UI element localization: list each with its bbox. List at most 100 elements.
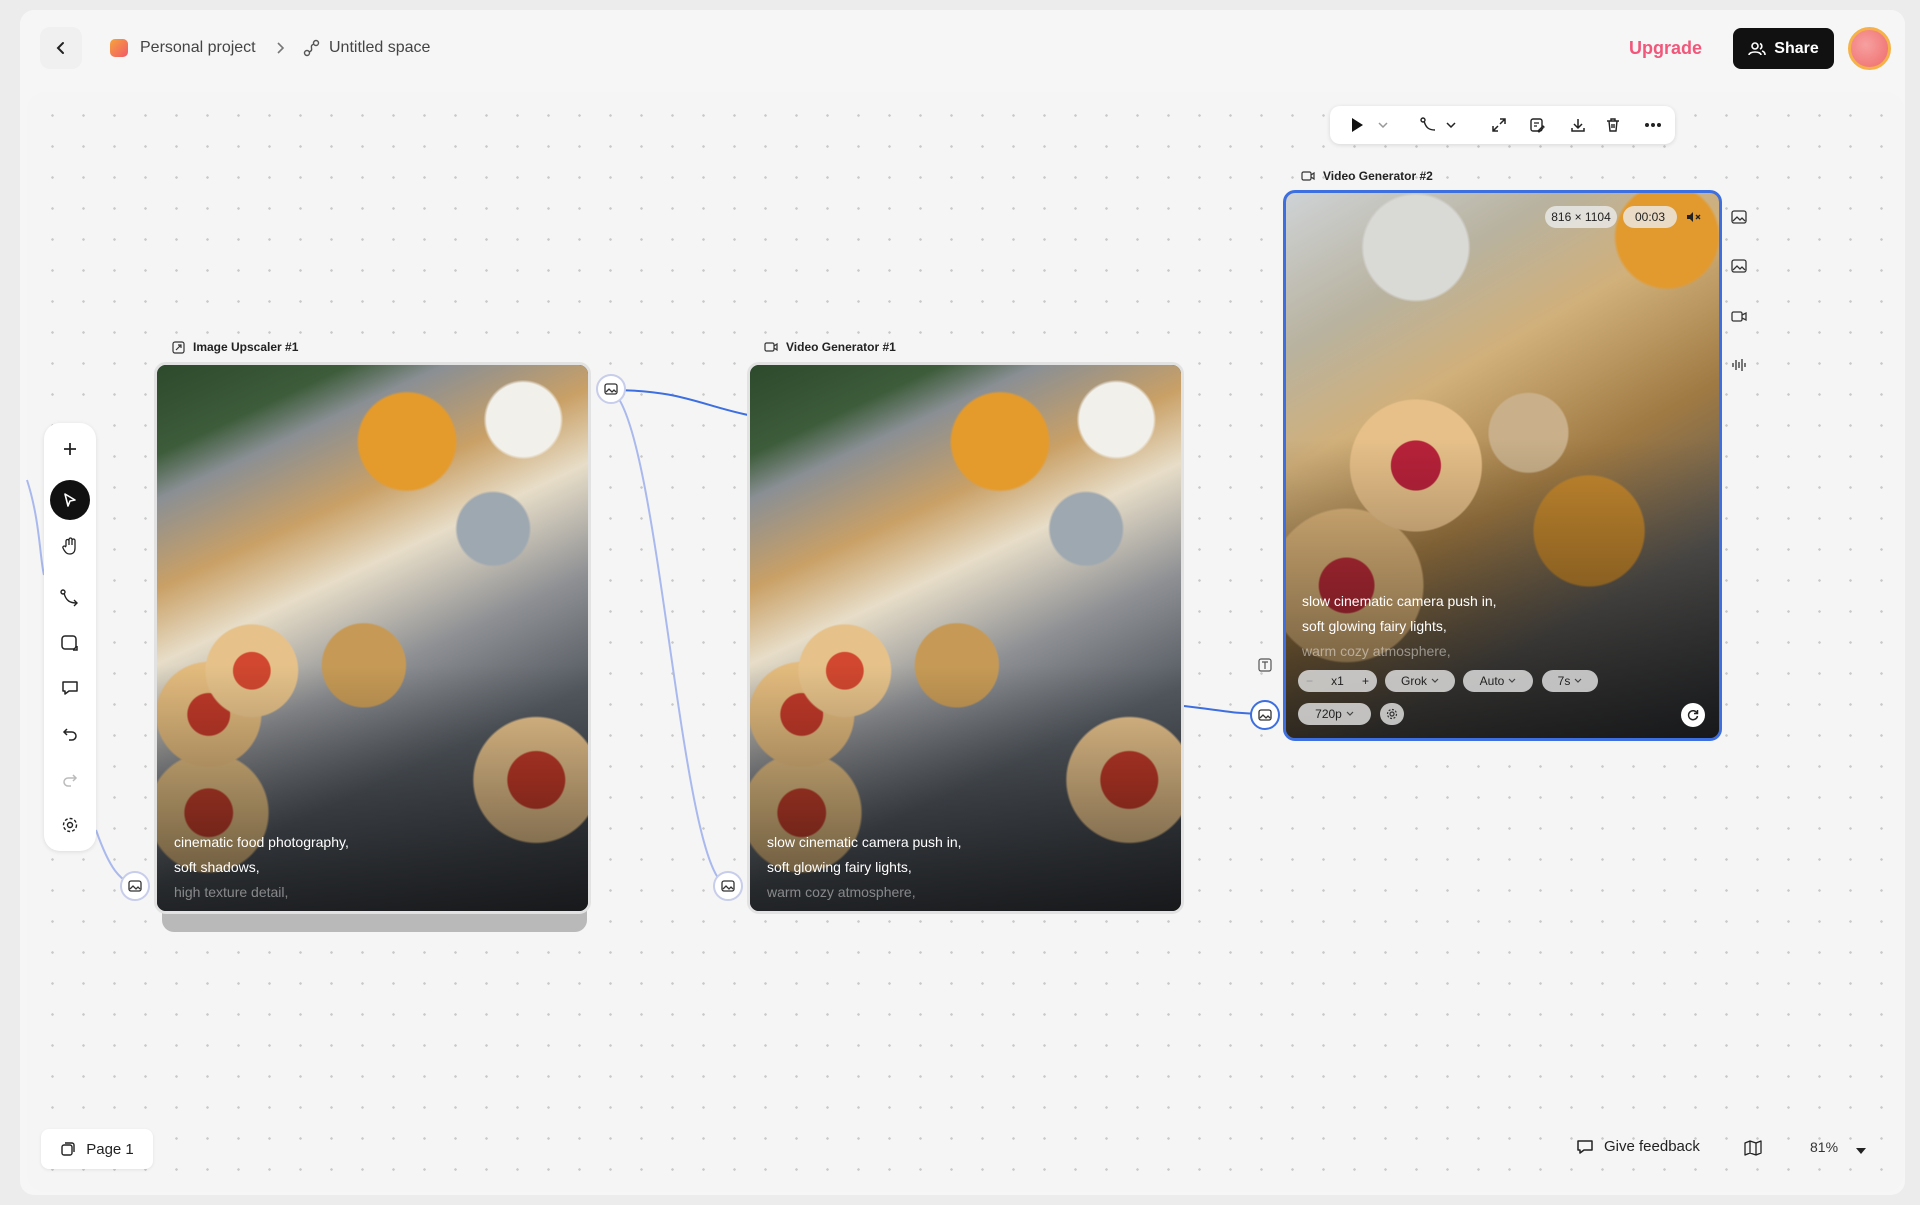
chevron-left-icon: [56, 42, 64, 54]
input-port-video2[interactable]: [1250, 700, 1280, 730]
settings-button[interactable]: [50, 805, 90, 845]
decrement-button[interactable]: −: [1306, 674, 1313, 688]
download-button[interactable]: [1567, 115, 1589, 135]
plus-icon: [64, 443, 76, 455]
comment-icon: [62, 681, 78, 695]
map-icon: [1744, 1140, 1762, 1156]
input-port-video1[interactable]: [713, 871, 743, 901]
node-prompt[interactable]: slow cinematic camera push in, soft glow…: [767, 830, 962, 905]
model-select[interactable]: Grok: [1385, 670, 1455, 692]
undo-icon: [62, 728, 77, 741]
advanced-settings-button[interactable]: [1380, 703, 1404, 725]
back-button[interactable]: [40, 27, 82, 69]
audio-waveform-icon: [1732, 359, 1746, 371]
output-port-upscaler[interactable]: [596, 374, 626, 404]
caret-down-icon: [1856, 1148, 1866, 1154]
prompt-line: slow cinematic camera push in,: [1302, 593, 1497, 609]
select-tool[interactable]: [50, 480, 90, 520]
delete-button[interactable]: [1602, 115, 1624, 135]
share-button[interactable]: Share: [1733, 28, 1834, 69]
mute-button[interactable]: [1683, 208, 1703, 226]
duration-badge: 00:03: [1623, 206, 1677, 228]
refresh-icon: [1687, 709, 1699, 721]
breadcrumb-space[interactable]: Untitled space: [303, 36, 430, 60]
comment-tool[interactable]: [50, 668, 90, 708]
chevron-right-icon: [277, 42, 285, 54]
chevron-down-icon: [1446, 122, 1456, 129]
node-title-text: Video Generator #2: [1323, 169, 1433, 183]
image-icon: [128, 880, 142, 892]
chevron-down-icon: [1431, 678, 1439, 683]
hand-tool[interactable]: [50, 526, 90, 566]
count-value: x1: [1331, 674, 1344, 688]
image-input-2[interactable]: [1726, 253, 1752, 279]
frame-tool[interactable]: [50, 623, 90, 663]
dimensions-badge: 816 × 1104: [1545, 206, 1617, 228]
connect-button[interactable]: [1418, 115, 1440, 135]
video-icon: [1301, 171, 1315, 181]
connect-options-dropdown[interactable]: [1440, 115, 1462, 135]
node-prompt[interactable]: cinematic food photography, soft shadows…: [174, 830, 349, 905]
avatar[interactable]: [1848, 27, 1891, 70]
breadcrumb-project[interactable]: Personal project: [110, 36, 256, 60]
prompt-line: soft shadows,: [174, 859, 260, 875]
pages-icon: [61, 1142, 75, 1156]
prompt-line: soft glowing fairy lights,: [767, 859, 912, 875]
image-icon: [721, 880, 735, 892]
prompt-line: high texture detail,: [174, 884, 289, 900]
length-select[interactable]: 7s: [1542, 670, 1598, 692]
zoom-dropdown[interactable]: [1855, 1142, 1869, 1154]
minimap-button[interactable]: [1742, 1138, 1764, 1158]
image-input-1[interactable]: [1726, 204, 1752, 230]
expand-icon: [1492, 118, 1506, 132]
pointer-icon: [64, 493, 76, 507]
upscale-icon: [172, 340, 185, 354]
connector-tool[interactable]: [50, 578, 90, 618]
increment-button[interactable]: +: [1362, 674, 1369, 688]
chevron-down-icon: [1508, 678, 1516, 683]
prompt-line: soft glowing fairy lights,: [1302, 618, 1447, 634]
node-title-text: Image Upscaler #1: [193, 340, 299, 354]
node-title-upscaler[interactable]: Image Upscaler #1: [172, 340, 298, 354]
project-name: Personal project: [140, 39, 256, 56]
node-prompt[interactable]: slow cinematic camera push in, soft glow…: [1302, 589, 1497, 664]
feedback-icon: [1577, 1139, 1593, 1154]
chevron-down-icon: [1378, 122, 1388, 129]
upgrade-link[interactable]: Upgrade: [1629, 38, 1702, 59]
page-selector[interactable]: Page 1: [41, 1129, 153, 1169]
video-input[interactable]: [1726, 303, 1752, 329]
audio-input[interactable]: [1726, 352, 1752, 378]
resolution-select[interactable]: 720p: [1298, 703, 1371, 725]
left-toolbar: [44, 423, 96, 851]
more-button[interactable]: [1642, 115, 1664, 135]
regenerate-button[interactable]: [1681, 703, 1705, 727]
image-icon: [1731, 259, 1747, 273]
edit-button[interactable]: [1526, 115, 1548, 135]
frame-icon: [61, 635, 78, 651]
add-tool[interactable]: [50, 429, 90, 469]
run-options-dropdown[interactable]: [1372, 115, 1394, 135]
input-port-upscaler[interactable]: [120, 871, 150, 901]
zoom-level[interactable]: 81%: [1810, 1139, 1838, 1155]
node-card-video1[interactable]: slow cinematic camera push in, soft glow…: [747, 362, 1184, 914]
node-card-upscaler[interactable]: cinematic food photography, soft shadows…: [154, 362, 591, 914]
model-value: Grok: [1400, 674, 1427, 688]
play-icon: [1352, 118, 1363, 132]
mode-select[interactable]: Auto: [1463, 670, 1533, 692]
settings-icon: [1386, 708, 1398, 720]
feedback-label: Give feedback: [1604, 1138, 1700, 1155]
video-icon: [1731, 310, 1747, 322]
redo-icon: [63, 774, 78, 787]
redo-button[interactable]: [50, 760, 90, 800]
count-stepper[interactable]: − x1 +: [1298, 670, 1377, 692]
breadcrumb-separator: [274, 36, 286, 60]
mode-value: Auto: [1479, 674, 1505, 688]
expand-button[interactable]: [1488, 115, 1510, 135]
text-icon: [1258, 658, 1272, 672]
text-input-port-video2[interactable]: [1255, 655, 1275, 675]
undo-button[interactable]: [50, 714, 90, 754]
node-title-video2[interactable]: Video Generator #2: [1301, 169, 1433, 183]
node-title-video1[interactable]: Video Generator #1: [764, 340, 896, 354]
give-feedback-button[interactable]: Give feedback: [1576, 1138, 1700, 1155]
run-button[interactable]: [1346, 115, 1368, 135]
